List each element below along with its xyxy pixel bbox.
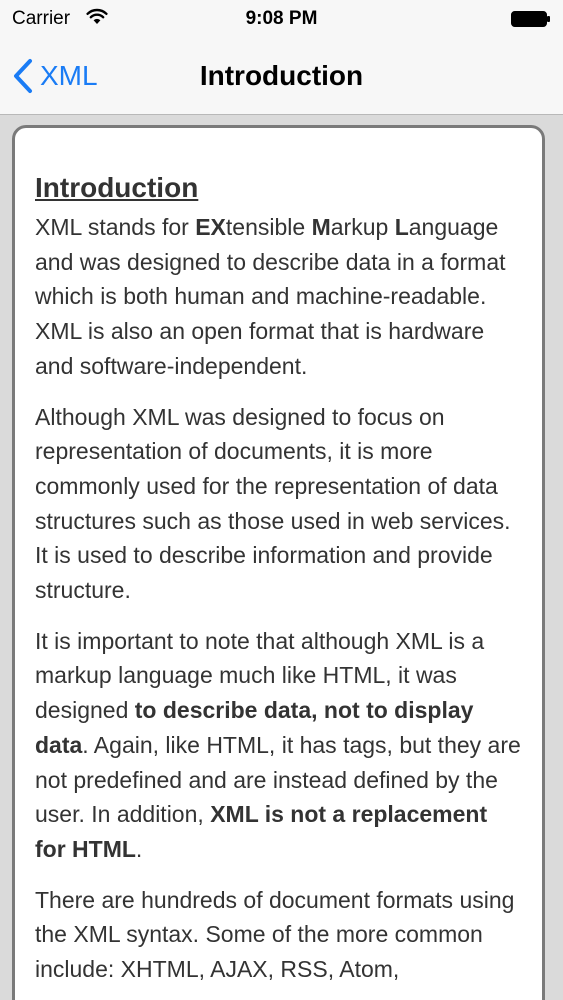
article-card: Introduction XML stands for EXtensible M…: [12, 125, 545, 1000]
paragraph-1-text-d: arkup: [330, 214, 395, 240]
battery-icon: [511, 11, 550, 27]
navigation-bar: XML Introduction: [0, 38, 563, 115]
paragraph-1-text-c: tensible: [225, 214, 312, 240]
back-button-label: XML: [40, 60, 98, 91]
article-heading: Introduction: [35, 172, 199, 203]
status-time: 9:08 PM: [245, 8, 318, 29]
paragraph-1-bold-m: M: [311, 214, 331, 240]
paragraph-1-bold-l: L: [394, 214, 409, 240]
paragraph-1: XML stands for EXtensible Markup Languag…: [35, 210, 522, 384]
paragraph-4: There are hundreds of document formats u…: [35, 886, 515, 983]
content-scroll-area[interactable]: Introduction XML stands for EXtensible M…: [0, 115, 563, 1000]
chevron-left-icon: [14, 59, 32, 93]
paragraph-3-text-d: .: [135, 835, 143, 862]
paragraph-1-text-a: XML stands for: [35, 214, 196, 240]
paragraph-2: Although XML was designed to focus on re…: [35, 403, 511, 604]
status-bar: Carrier 9:08 PM: [0, 0, 563, 38]
back-button[interactable]: XML: [12, 38, 98, 114]
paragraph-1-bold-ex: EX: [195, 214, 226, 240]
paragraph-3: It is important to note that although XM…: [35, 624, 522, 867]
